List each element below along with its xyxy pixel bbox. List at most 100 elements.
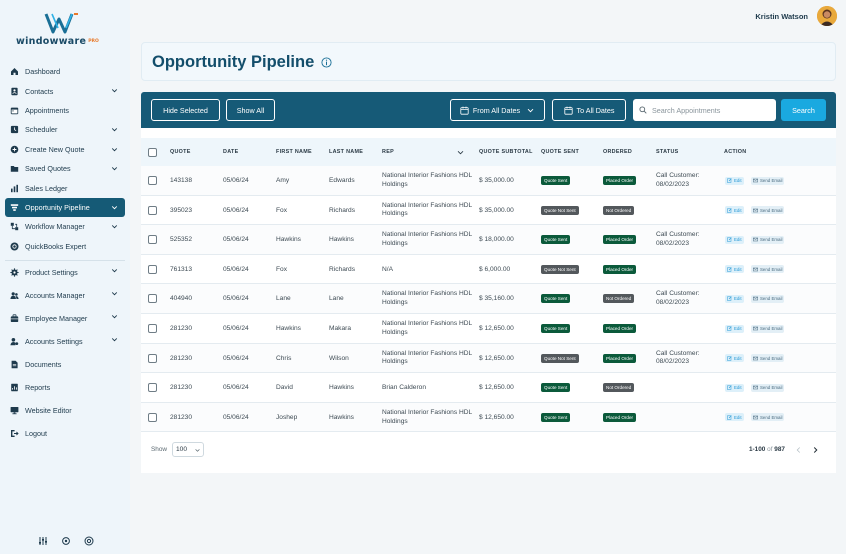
sidebar-item-logout[interactable]: Logout: [5, 422, 125, 445]
row-checkbox[interactable]: [148, 353, 157, 363]
col-status[interactable]: STATUS: [656, 149, 679, 155]
send-email-button[interactable]: Send Email: [751, 265, 785, 274]
sidebar-item-contacts[interactable]: Contacts: [5, 81, 125, 100]
to-date-button[interactable]: To All Dates: [552, 99, 626, 121]
cell-quote[interactable]: 143138: [170, 177, 192, 186]
table-row[interactable]: 143138 05/06/24 Amy Edwards National Interio…: [141, 166, 836, 196]
send-email-button[interactable]: Send Email: [751, 324, 785, 333]
sidebar-item-create-new-quote[interactable]: Create New Quote: [5, 140, 125, 159]
avatar[interactable]: [817, 6, 837, 26]
send-email-button[interactable]: Send Email: [751, 354, 785, 363]
row-checkbox[interactable]: [148, 383, 157, 393]
col-quote-subtotal[interactable]: QUOTE SUBTOTAL: [479, 149, 533, 155]
show-all-button[interactable]: Show All: [226, 99, 275, 121]
from-date-dropdown[interactable]: From All Dates: [450, 99, 545, 121]
cell-quote[interactable]: 281230: [170, 414, 192, 423]
sidebar-item-opportunity-pipeline[interactable]: Opportunity Pipeline: [5, 197, 125, 218]
table-row[interactable]: 281230 05/06/24 Hawkins Makara National Inte…: [141, 314, 836, 344]
edit-button[interactable]: Edit: [725, 265, 744, 274]
sidebar-item-workflow-manager[interactable]: Workflow Manager: [5, 217, 125, 236]
edit-button[interactable]: Edit: [725, 235, 744, 244]
cell-quote[interactable]: 525352: [170, 236, 192, 245]
row-checkbox[interactable]: [148, 412, 157, 422]
sidebar-item-icon: [10, 429, 19, 438]
chevron-down-icon: [111, 89, 118, 93]
brand-logo[interactable]: windowware PRO: [16, 12, 112, 48]
sidebar-item-product-settings[interactable]: Product Settings: [5, 261, 125, 284]
edit-button[interactable]: Edit: [725, 324, 744, 333]
sidebar-item-scheduler[interactable]: Scheduler: [5, 120, 125, 139]
cell-quote[interactable]: 395023: [170, 207, 192, 216]
edit-label: Edit: [734, 237, 742, 243]
next-page-button[interactable]: [810, 444, 820, 455]
send-email-button[interactable]: Send Email: [751, 383, 785, 392]
sidebar-item-quickbooks-expert[interactable]: QuickBooks Expert: [5, 237, 125, 256]
col-quote[interactable]: QUOTE: [170, 149, 191, 155]
col-last-name[interactable]: LAST NAME: [329, 149, 363, 155]
page-size-select[interactable]: 100: [172, 442, 204, 457]
prev-page-button[interactable]: [793, 444, 803, 455]
sidebar-item-website-editor[interactable]: Website Editor: [5, 399, 125, 422]
table-row[interactable]: 525352 05/06/24 Hawkins Hawkins National Int…: [141, 225, 836, 255]
info-icon[interactable]: [321, 57, 332, 68]
sidebar-item-reports[interactable]: Reports: [5, 376, 125, 399]
table-row[interactable]: 281230 05/06/24 Chris Wilson National Interi…: [141, 343, 836, 374]
send-email-button[interactable]: Send Email: [751, 413, 785, 422]
col-action[interactable]: ACTION: [724, 149, 746, 155]
page-range: 1-100 of 987: [749, 446, 785, 453]
send-email-button[interactable]: Send Email: [751, 206, 785, 215]
sidebar-item-sales-ledger[interactable]: Sales Ledger: [5, 178, 125, 197]
table-row[interactable]: 761313 05/06/24 Fox Richards N/A $ 6,000.00 Qu…: [141, 255, 836, 285]
edit-button[interactable]: Edit: [725, 383, 744, 392]
col-ordered[interactable]: ORDERED: [603, 149, 632, 155]
sidebar-item-icon: [10, 242, 19, 251]
sidebar-item-documents[interactable]: Documents: [5, 353, 125, 376]
table-row[interactable]: 281230 05/06/24 David Hawkins Brian Calderon…: [141, 373, 836, 403]
cell-quote[interactable]: 281230: [170, 325, 192, 334]
send-email-button[interactable]: Send Email: [751, 294, 785, 303]
row-checkbox[interactable]: [148, 294, 157, 304]
row-checkbox[interactable]: [148, 176, 157, 185]
col-first-name[interactable]: FIRST NAME: [276, 149, 312, 155]
sidebar-item-accounts-manager[interactable]: Accounts Manager: [5, 284, 125, 307]
chevron-down-icon[interactable]: [457, 149, 464, 156]
select-all-checkbox[interactable]: [148, 148, 157, 157]
table-row[interactable]: 404940 05/06/24 Lane Lane National Interior …: [141, 284, 836, 314]
row-checkbox[interactable]: [148, 324, 157, 333]
hide-selected-button[interactable]: Hide Selected: [151, 99, 220, 121]
row-checkbox[interactable]: [148, 264, 157, 274]
sidebar-item-accounts-settings[interactable]: Accounts Settings: [5, 330, 125, 353]
settings-icon[interactable]: [61, 536, 71, 546]
send-email-button[interactable]: Send Email: [751, 235, 785, 244]
edit-button[interactable]: Edit: [725, 413, 744, 422]
table-row[interactable]: 395023 05/06/24 Fox Richards National Interi…: [141, 196, 836, 226]
col-date[interactable]: DATE: [223, 149, 238, 155]
sidebar-item-label: Scheduler: [25, 125, 58, 135]
send-email-button[interactable]: Send Email: [751, 176, 785, 185]
edit-button[interactable]: Edit: [725, 176, 744, 185]
cell-status: Call Customer: 08/02/2023: [656, 349, 700, 366]
search-input[interactable]: [652, 105, 772, 115]
col-quote-sent[interactable]: QUOTE SENT: [541, 149, 579, 155]
edit-button[interactable]: Edit: [725, 294, 744, 303]
send-email-label: Send Email: [760, 237, 783, 243]
table-row[interactable]: 281230 05/06/24 Joshep Hawkins National Inte…: [141, 402, 836, 433]
edit-button[interactable]: Edit: [725, 206, 744, 215]
row-checkbox[interactable]: [148, 235, 157, 245]
sidebar-item-saved-quotes[interactable]: Saved Quotes: [5, 159, 125, 178]
edit-button[interactable]: Edit: [725, 354, 744, 363]
sliders-icon[interactable]: [38, 536, 48, 546]
mail-icon: [753, 297, 758, 301]
cell-quote[interactable]: 281230: [170, 355, 192, 364]
sidebar-item-employee-manager[interactable]: Employee Manager: [5, 307, 125, 330]
help-icon[interactable]: [84, 536, 94, 546]
cell-quote[interactable]: 281230: [170, 384, 192, 393]
sidebar-item-dashboard[interactable]: Dashboard: [5, 62, 125, 81]
cell-quote[interactable]: 404940: [170, 295, 192, 304]
user-name[interactable]: Kristin Watson: [755, 12, 808, 21]
row-checkbox[interactable]: [148, 205, 157, 215]
cell-quote[interactable]: 761313: [170, 266, 192, 275]
col-rep[interactable]: REP: [382, 149, 394, 155]
search-button[interactable]: Search: [781, 99, 826, 121]
sidebar-item-appointments[interactable]: Appointments: [5, 101, 125, 120]
